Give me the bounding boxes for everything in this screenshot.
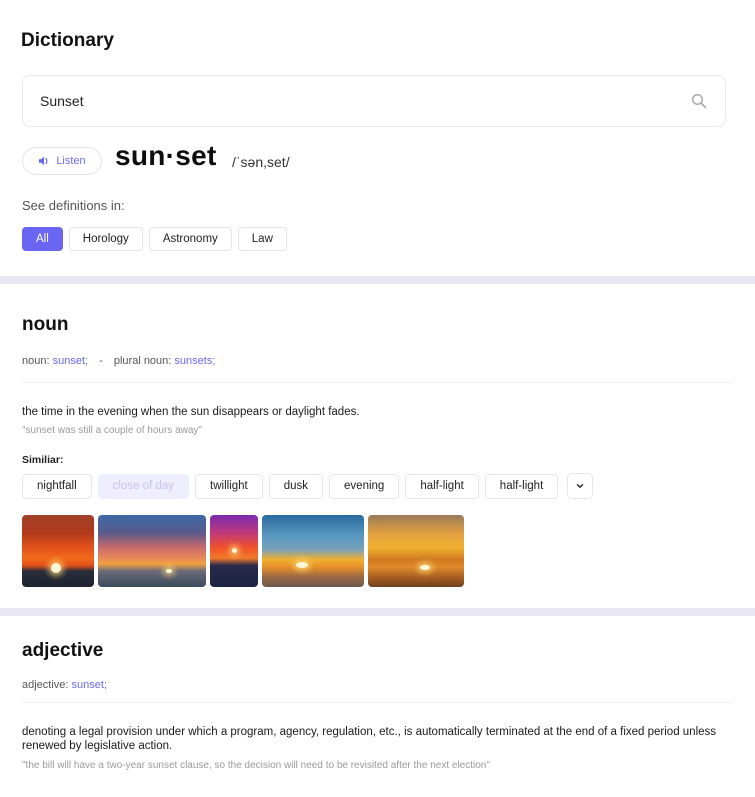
similar-word-chip[interactable]: half-light [484,473,559,499]
definitions-filter-label: See definitions in: [22,198,125,213]
show-more-similar-button[interactable] [567,473,594,499]
form-separator: - [99,355,103,367]
definition-text: denoting a legal provision under which a… [22,726,717,752]
sunset-image[interactable] [262,515,364,587]
header-area: Dictionary Listen sun·set /ˈsən,set/ See… [0,0,755,276]
app-title: Dictionary [21,30,114,51]
similar-word-chip[interactable]: evening [329,473,400,499]
section-divider [0,276,755,284]
sunset-image[interactable] [210,515,258,587]
adjective-section: adjective adjective: sunset; denoting a … [0,616,755,797]
search-icon[interactable] [691,93,707,109]
headword: sun·set [115,140,217,171]
search-box[interactable] [22,75,726,127]
part-of-speech-title: adjective [22,640,104,661]
divider [22,702,733,703]
definition-text: the time in the evening when the sun dis… [22,406,360,418]
similar-word-chip[interactable]: twillight [195,473,263,499]
form-label: noun: [22,355,50,367]
sunset-image[interactable] [98,515,206,587]
word-forms: adjective: sunset; [22,679,107,691]
example-text: "sunset was still a couple of hours away… [22,425,202,436]
form-label: adjective: [22,679,69,691]
search-input[interactable] [40,76,680,126]
word-forms: noun: sunset; - plural noun: sunsets; [22,355,215,367]
chevron-down-icon [577,484,584,488]
example-text: "the bill will have a two-year sunset cl… [22,760,490,771]
form-link-sunset[interactable]: sunset; [72,679,107,691]
form-link-sunset[interactable]: sunset; [53,355,88,367]
image-gallery [22,515,464,587]
divider [22,382,733,383]
listen-label: Listen [56,155,86,167]
form-link-sunsets[interactable]: sunsets; [174,355,215,367]
filter-horology[interactable]: Horology [68,227,143,251]
form-label: plural noun: [113,355,172,367]
similar-label: Similiar: [22,454,64,466]
part-of-speech-title: noun [22,314,69,335]
similar-word-chip: close of day [97,473,190,499]
similar-word-chip[interactable]: dusk [268,473,324,499]
section-divider [0,608,755,616]
similar-word-chip[interactable]: half-light [405,473,479,499]
filter-law[interactable]: Law [237,227,287,251]
speaker-icon [39,156,48,166]
phonetic: /ˈsən,set/ [232,154,290,170]
filter-all[interactable]: All [22,227,63,251]
similar-words: nightfall close of day twillight dusk ev… [22,473,594,499]
filter-astronomy[interactable]: Astronomy [148,227,232,251]
similar-word-chip[interactable]: nightfall [22,473,92,499]
definitions-filter: All Horology Astronomy Law [22,227,287,251]
sunset-image[interactable] [368,515,464,587]
noun-section: noun noun: sunset; - plural noun: sunset… [0,284,755,608]
listen-button[interactable]: Listen [22,147,102,175]
sunset-image[interactable] [22,515,94,587]
